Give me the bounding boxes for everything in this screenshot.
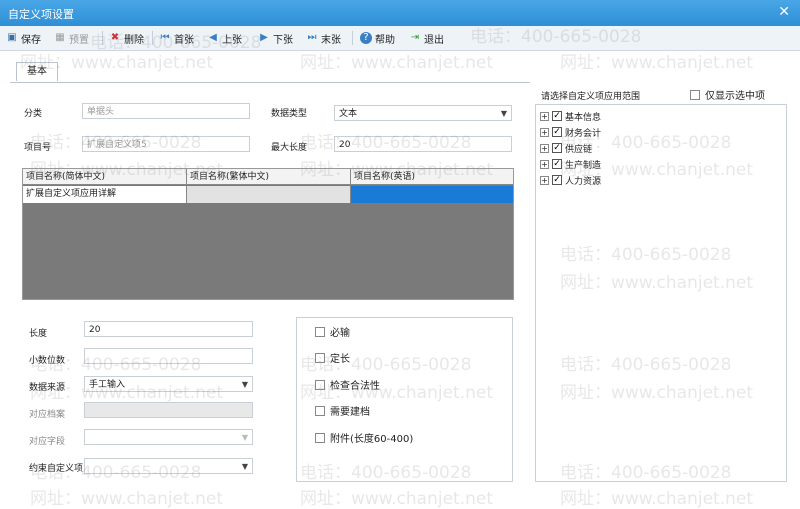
tree-item-basic-info[interactable]: + ✓ 基本信息 [540, 109, 601, 123]
prev-button[interactable]: ◀ 上张 [207, 30, 242, 46]
category-field[interactable]: 单据头 [82, 103, 250, 119]
chevron-down-icon: ▼ [500, 109, 507, 118]
next-icon: ▶ [260, 32, 268, 43]
window-titlebar: 自定义项设置 ✕ [0, 0, 800, 26]
grid-header-traditional[interactable]: 项目名称(繁体中文) [187, 169, 351, 185]
fixed-length-checkbox[interactable]: 定长 [315, 350, 350, 365]
prev-icon: ◀ [209, 32, 217, 43]
grid-cell-simplified[interactable]: 扩展自定义项应用详解 [23, 186, 187, 203]
grid-header-simplified[interactable]: 项目名称(简体中文) [23, 169, 187, 185]
field-label: 对应字段 [29, 437, 66, 447]
tree-item-finance[interactable]: + ✓ 财务会计 [540, 125, 601, 139]
chevron-down-icon: ▼ [241, 462, 248, 471]
first-button[interactable]: ⏮ 首张 [159, 30, 195, 46]
scope-label: 请选择自定义项应用范围 [541, 92, 641, 102]
length-label: 长度 [29, 329, 48, 339]
save-button[interactable]: ▣ 保存 [6, 30, 41, 46]
watermark-site: 网址：www.chanjet.net [560, 489, 754, 509]
maxlen-label: 最大长度 [271, 143, 308, 153]
constraint-select[interactable]: ▼ [84, 458, 253, 474]
exit-icon: ⇥ [410, 32, 420, 43]
save-icon: ▣ [7, 32, 17, 43]
options-group: 必输 定长 检查合法性 需要建档 附件(长度60-400) [296, 317, 513, 482]
archive-needed-checkbox[interactable]: 需要建档 [315, 403, 370, 418]
watermark-site: 网址：www.chanjet.net [30, 489, 224, 509]
checkbox-icon[interactable]: ✓ [552, 127, 562, 137]
category-label: 分类 [24, 109, 43, 119]
expand-icon[interactable]: + [540, 175, 549, 185]
item-no-field[interactable]: 扩展自定义项5 [82, 136, 250, 152]
close-icon[interactable]: ✕ [778, 4, 790, 20]
expand-icon[interactable]: + [540, 127, 549, 137]
checkbox-icon[interactable]: ✓ [552, 143, 562, 153]
last-icon: ⏭ [307, 32, 317, 43]
tab-basic[interactable]: 基本 [16, 62, 58, 81]
name-grid: 项目名称(简体中文) 项目名称(繁体中文) 项目名称(英语) 扩展自定义项应用详… [22, 168, 514, 300]
item-no-label: 项目号 [24, 143, 52, 153]
help-button[interactable]: ? 帮助 [360, 30, 395, 46]
first-icon: ⏮ [160, 32, 170, 43]
decimals-field[interactable] [84, 348, 253, 364]
grid-cell-traditional[interactable] [187, 186, 351, 203]
chevron-down-icon: ▼ [241, 380, 248, 389]
tree-item-manufacturing[interactable]: + ✓ 生产制造 [540, 157, 601, 171]
field-select[interactable]: ▼ [84, 429, 253, 445]
decimals-label: 小数位数 [29, 356, 66, 366]
archive-label: 对应档案 [29, 410, 66, 420]
watermark-site: 网址：www.chanjet.net [560, 53, 754, 73]
tab-divider [10, 82, 530, 83]
last-button[interactable]: ⏭ 末张 [306, 30, 342, 46]
grid-cell-english[interactable] [351, 186, 513, 203]
datatype-select[interactable]: 文本 ▼ [334, 105, 512, 121]
scope-tree: + ✓ 基本信息 + ✓ 财务会计 + ✓ 供应链 + ✓ 生产制造 + ✓ 人力资源 [535, 104, 787, 482]
only-selected-checkbox[interactable]: 仅显示选中项 [690, 87, 765, 102]
checkbox-icon[interactable]: ✓ [552, 111, 562, 121]
exit-button[interactable]: ⇥ 退出 [409, 30, 444, 46]
checkbox-icon[interactable]: ✓ [552, 159, 562, 169]
help-icon: ? [360, 32, 372, 44]
tree-item-supply-chain[interactable]: + ✓ 供应链 [540, 141, 592, 155]
expand-icon[interactable]: + [540, 143, 549, 153]
chevron-down-icon: ▼ [241, 433, 248, 442]
watermark-site: 网址：www.chanjet.net [300, 53, 494, 73]
source-select[interactable]: 手工输入 ▼ [84, 376, 253, 392]
constraint-label: 约束自定义项 [29, 464, 84, 474]
source-label: 数据来源 [29, 383, 66, 393]
archive-field[interactable] [84, 402, 253, 418]
validate-checkbox[interactable]: 检查合法性 [315, 377, 380, 392]
attachment-checkbox[interactable]: 附件(长度60-400) [315, 430, 413, 445]
watermark-site: 网址：www.chanjet.net [300, 489, 494, 509]
checkbox-icon[interactable]: ✓ [552, 175, 562, 185]
window-title: 自定义项设置 [8, 8, 74, 21]
preset-icon: ▦ [55, 32, 65, 43]
length-field[interactable]: 20 [84, 321, 253, 337]
tree-item-hr[interactable]: + ✓ 人力资源 [540, 173, 601, 187]
next-button[interactable]: ▶ 下张 [258, 30, 293, 46]
toolbar: ▣ 保存 ▦ 预置 ✖ 删除 ⏮ 首张 ◀ 上张 ▶ 下张 ⏭ 末张 ? 帮助 ⇥ 退出 [0, 26, 800, 51]
maxlen-field[interactable]: 20 [334, 136, 512, 152]
required-checkbox[interactable]: 必输 [315, 324, 350, 339]
expand-icon[interactable]: + [540, 111, 549, 121]
datatype-label: 数据类型 [271, 109, 308, 119]
delete-icon: ✖ [110, 32, 120, 43]
grid-header-english[interactable]: 项目名称(英语) [351, 169, 513, 185]
expand-icon[interactable]: + [540, 159, 549, 169]
preset-button[interactable]: ▦ 预置 [54, 30, 89, 46]
delete-button[interactable]: ✖ 删除 [109, 30, 144, 46]
